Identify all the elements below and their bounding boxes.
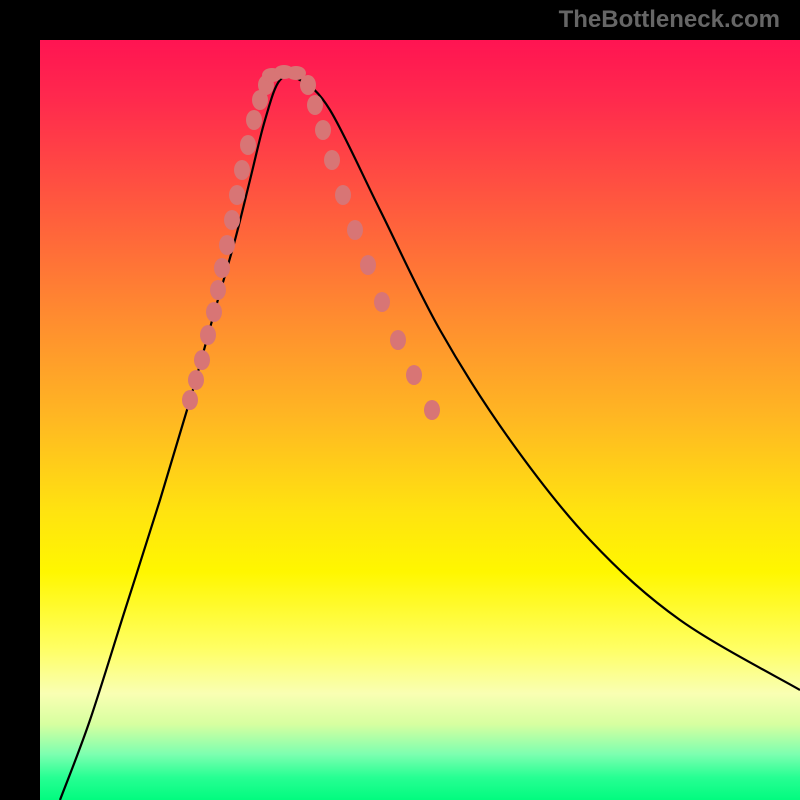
data-marker: [406, 365, 422, 385]
data-marker: [390, 330, 406, 350]
data-marker: [240, 135, 256, 155]
marker-cluster-left: [182, 75, 274, 410]
data-marker: [335, 185, 351, 205]
data-marker: [315, 120, 331, 140]
data-marker: [324, 150, 340, 170]
curve-svg: [40, 40, 800, 800]
marker-cluster-right: [300, 75, 440, 420]
data-marker: [246, 110, 262, 130]
data-marker: [194, 350, 210, 370]
chart-plot-area: [40, 40, 800, 800]
data-marker: [206, 302, 222, 322]
data-marker: [234, 160, 250, 180]
data-marker: [424, 400, 440, 420]
data-marker: [347, 220, 363, 240]
data-marker: [374, 292, 390, 312]
data-marker: [210, 280, 226, 300]
data-marker: [286, 66, 306, 80]
data-marker: [224, 210, 240, 230]
data-marker: [182, 390, 198, 410]
marker-cluster-bottom: [262, 65, 306, 82]
data-marker: [229, 185, 245, 205]
data-marker: [200, 325, 216, 345]
watermark-text: TheBottleneck.com: [559, 6, 780, 34]
bottleneck-curve: [60, 76, 800, 800]
data-marker: [188, 370, 204, 390]
data-marker: [360, 255, 376, 275]
data-marker: [219, 235, 235, 255]
data-marker: [307, 95, 323, 115]
data-marker: [214, 258, 230, 278]
